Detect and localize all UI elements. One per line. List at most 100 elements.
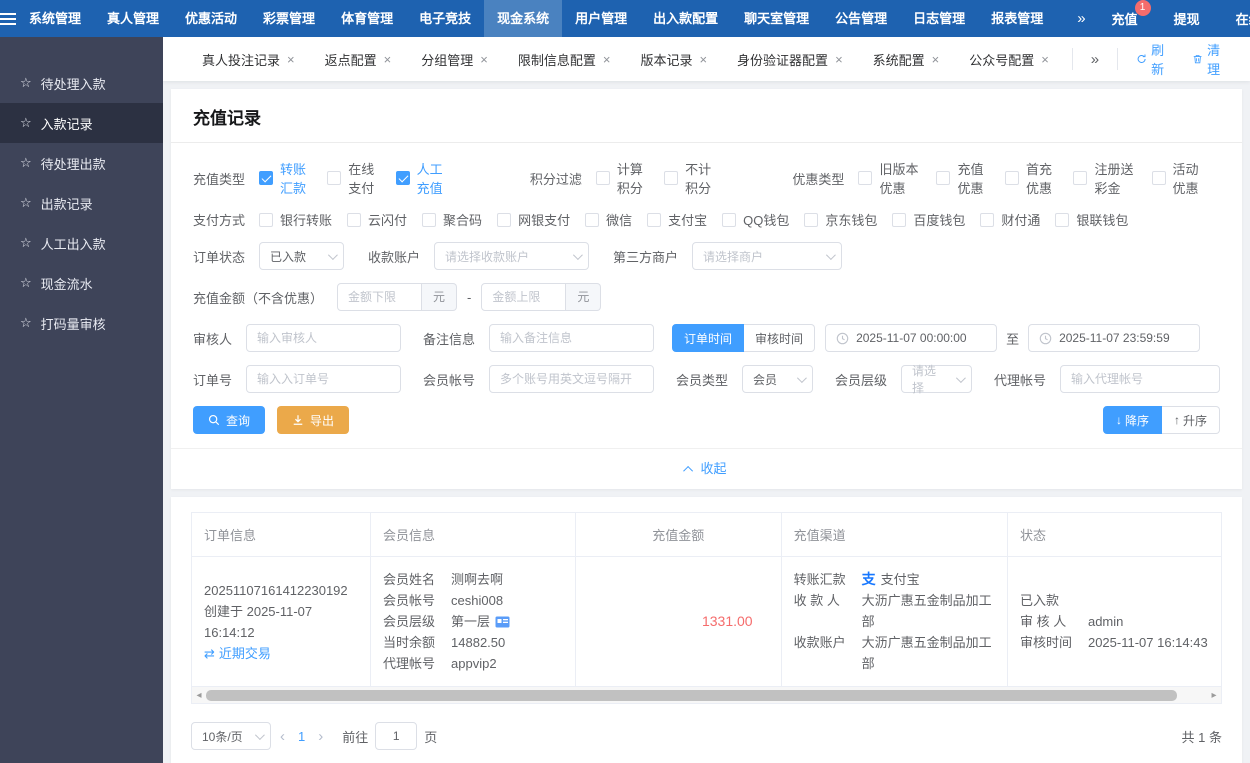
level-card-icon[interactable] bbox=[495, 616, 510, 628]
pay-method-option[interactable]: QQ钱包 bbox=[722, 210, 789, 229]
member-type-select[interactable]: 会员 bbox=[742, 365, 813, 393]
prev-page-button[interactable]: ‹ bbox=[271, 728, 294, 745]
pay-method-option[interactable]: 网银支付 bbox=[497, 210, 570, 229]
scroll-left-icon[interactable]: ◂ bbox=[192, 688, 206, 703]
sidebar-item-pending-deposit[interactable]: ☆ 待处理入款 bbox=[0, 63, 163, 103]
tab-overflow-icon[interactable]: » bbox=[1081, 51, 1109, 68]
close-icon[interactable]: × bbox=[835, 52, 843, 67]
sort-asc-button[interactable]: ↑ 升序 bbox=[1161, 406, 1220, 434]
promo-option[interactable]: 首充优惠 bbox=[1004, 159, 1059, 197]
nav-item-chatroom[interactable]: 聊天室管理 bbox=[731, 0, 822, 37]
tab-authenticator-config[interactable]: 身份验证器配置 × bbox=[722, 50, 858, 69]
member-level-select[interactable]: 请选择 bbox=[901, 364, 972, 395]
tab-group-manage[interactable]: 分组管理 × bbox=[406, 50, 503, 69]
order-time-toggle[interactable]: 订单时间 bbox=[672, 324, 745, 352]
pay-method-option[interactable]: 百度钱包 bbox=[892, 210, 965, 229]
promo-option[interactable]: 充值优惠 bbox=[936, 159, 990, 197]
amount-min-input[interactable] bbox=[337, 283, 423, 311]
points-option[interactable]: 计算积分 bbox=[595, 159, 649, 197]
points-option[interactable]: 不计积分 bbox=[664, 159, 717, 197]
pay-method-option[interactable]: 银行转账 bbox=[259, 210, 332, 229]
page-size-select[interactable]: 10条/页 bbox=[191, 722, 271, 750]
pay-method-option[interactable]: 云闪付 bbox=[347, 210, 407, 229]
order-status-select[interactable]: 已入款 bbox=[259, 242, 345, 270]
next-page-button[interactable]: › bbox=[309, 728, 332, 745]
audit-time-toggle[interactable]: 审核时间 bbox=[744, 324, 816, 352]
nav-item-promo[interactable]: 优惠活动 bbox=[172, 0, 250, 37]
clear-button[interactable]: 清理 bbox=[1182, 40, 1238, 78]
sidebar-item-pending-withdraw[interactable]: ☆ 待处理出款 bbox=[0, 143, 163, 183]
date-to-input[interactable]: 2025-11-07 23:59:59 bbox=[1028, 324, 1201, 352]
promo-option[interactable]: 旧版本优惠 bbox=[858, 159, 921, 197]
quick-withdraw[interactable]: 提现 bbox=[1174, 9, 1200, 28]
menu-toggle-icon[interactable] bbox=[0, 0, 16, 37]
nav-item-system[interactable]: 系统管理 bbox=[16, 0, 94, 37]
charge-type-option[interactable]: 人工充值 bbox=[395, 159, 449, 197]
close-icon[interactable]: × bbox=[480, 52, 488, 67]
horizontal-scrollbar[interactable]: ◂ ▸ bbox=[191, 687, 1222, 704]
close-icon[interactable]: × bbox=[384, 52, 392, 67]
nav-item-esports[interactable]: 电子竞技 bbox=[406, 0, 484, 37]
close-icon[interactable]: × bbox=[287, 52, 295, 67]
member-account-input[interactable] bbox=[489, 365, 655, 393]
nav-item-logs[interactable]: 日志管理 bbox=[900, 0, 978, 37]
receive-account-select[interactable]: 请选择收款账户 bbox=[434, 242, 590, 270]
nav-item-live[interactable]: 真人管理 bbox=[94, 0, 172, 37]
tab-version-records[interactable]: 版本记录 × bbox=[625, 50, 722, 69]
remark-input[interactable] bbox=[489, 324, 655, 352]
agent-account-input[interactable] bbox=[1059, 365, 1220, 393]
date-from-input[interactable]: 2025-11-07 00:00:00 bbox=[825, 324, 998, 352]
promo-option[interactable]: 注册送彩金 bbox=[1073, 159, 1136, 197]
nav-item-lottery[interactable]: 彩票管理 bbox=[250, 0, 328, 37]
charge-type-option[interactable]: 转账汇款 bbox=[259, 159, 312, 197]
sidebar-item-deposit-records[interactable]: ☆ 入款记录 bbox=[0, 103, 163, 143]
sort-desc-button[interactable]: ↓ 降序 bbox=[1102, 406, 1162, 434]
nav-item-announce[interactable]: 公告管理 bbox=[822, 0, 900, 37]
nav-item-dividend[interactable]: 分红管 bbox=[1056, 0, 1069, 37]
nav-item-cash[interactable]: 现金系统 bbox=[484, 0, 563, 37]
pay-method-option[interactable]: 微信 bbox=[585, 210, 632, 229]
pay-method-option[interactable]: 聚合码 bbox=[422, 210, 482, 229]
nav-item-reports[interactable]: 报表管理 bbox=[978, 0, 1056, 37]
recent-trades-link[interactable]: ⇄ 近期交易 bbox=[204, 643, 271, 664]
quick-deposit[interactable]: 充值 1 bbox=[1112, 0, 1151, 28]
scrollbar-thumb[interactable] bbox=[206, 689, 1177, 701]
close-icon[interactable]: × bbox=[1041, 52, 1049, 67]
sidebar-item-cash-flow[interactable]: ☆ 现金流水 bbox=[0, 263, 163, 303]
refresh-button[interactable]: 刷新 bbox=[1126, 40, 1182, 78]
search-button[interactable]: 查询 bbox=[193, 406, 266, 434]
pay-method-option[interactable]: 支付宝 bbox=[647, 210, 707, 229]
collapse-toggle[interactable]: 收起 bbox=[171, 448, 1242, 489]
order-no-input[interactable] bbox=[246, 365, 402, 393]
pay-method-option[interactable]: 银联钱包 bbox=[1055, 210, 1128, 229]
tab-live-bets[interactable]: 真人投注记录 × bbox=[187, 50, 310, 69]
quick-online[interactable]: 在线 2 bbox=[1236, 9, 1250, 28]
close-icon[interactable]: × bbox=[932, 52, 940, 67]
tab-restrict-config[interactable]: 限制信息配置 × bbox=[503, 50, 626, 69]
page-number[interactable]: 1 bbox=[294, 729, 309, 744]
nav-item-sports[interactable]: 体育管理 bbox=[328, 0, 406, 37]
records-table: 订单信息 会员信息 充值金额 充值渠道 状态 20251107161412230… bbox=[191, 512, 1222, 687]
nav-item-payment-config[interactable]: 出入款配置 bbox=[640, 0, 731, 37]
promo-option[interactable]: 活动优惠 bbox=[1151, 159, 1206, 197]
tab-rebate-config[interactable]: 返点配置 × bbox=[310, 50, 407, 69]
sidebar-item-withdraw-records[interactable]: ☆ 出款记录 bbox=[0, 183, 163, 223]
third-party-select[interactable]: 请选择商户 bbox=[692, 242, 843, 270]
checkbox-icon bbox=[980, 212, 995, 227]
pay-method-option[interactable]: 京东钱包 bbox=[804, 210, 877, 229]
close-icon[interactable]: × bbox=[603, 52, 611, 67]
tab-system-config[interactable]: 系统配置 × bbox=[858, 50, 955, 69]
nav-overflow-icon[interactable]: » bbox=[1069, 10, 1093, 27]
tab-official-account-config[interactable]: 公众号配置 × bbox=[954, 50, 1064, 69]
sidebar-item-turnover-audit[interactable]: ☆ 打码量审核 bbox=[0, 303, 163, 343]
sidebar-item-manual[interactable]: ☆ 人工出入款 bbox=[0, 223, 163, 263]
pay-method-option[interactable]: 财付通 bbox=[980, 210, 1040, 229]
export-button[interactable]: 导出 bbox=[277, 406, 350, 434]
goto-page-input[interactable] bbox=[375, 722, 418, 750]
amount-max-input[interactable] bbox=[481, 283, 567, 311]
auditor-input[interactable] bbox=[246, 324, 402, 352]
charge-type-option[interactable]: 在线支付 bbox=[327, 159, 380, 197]
close-icon[interactable]: × bbox=[699, 52, 707, 67]
scroll-right-icon[interactable]: ▸ bbox=[1207, 688, 1221, 703]
nav-item-users[interactable]: 用户管理 bbox=[562, 0, 640, 37]
